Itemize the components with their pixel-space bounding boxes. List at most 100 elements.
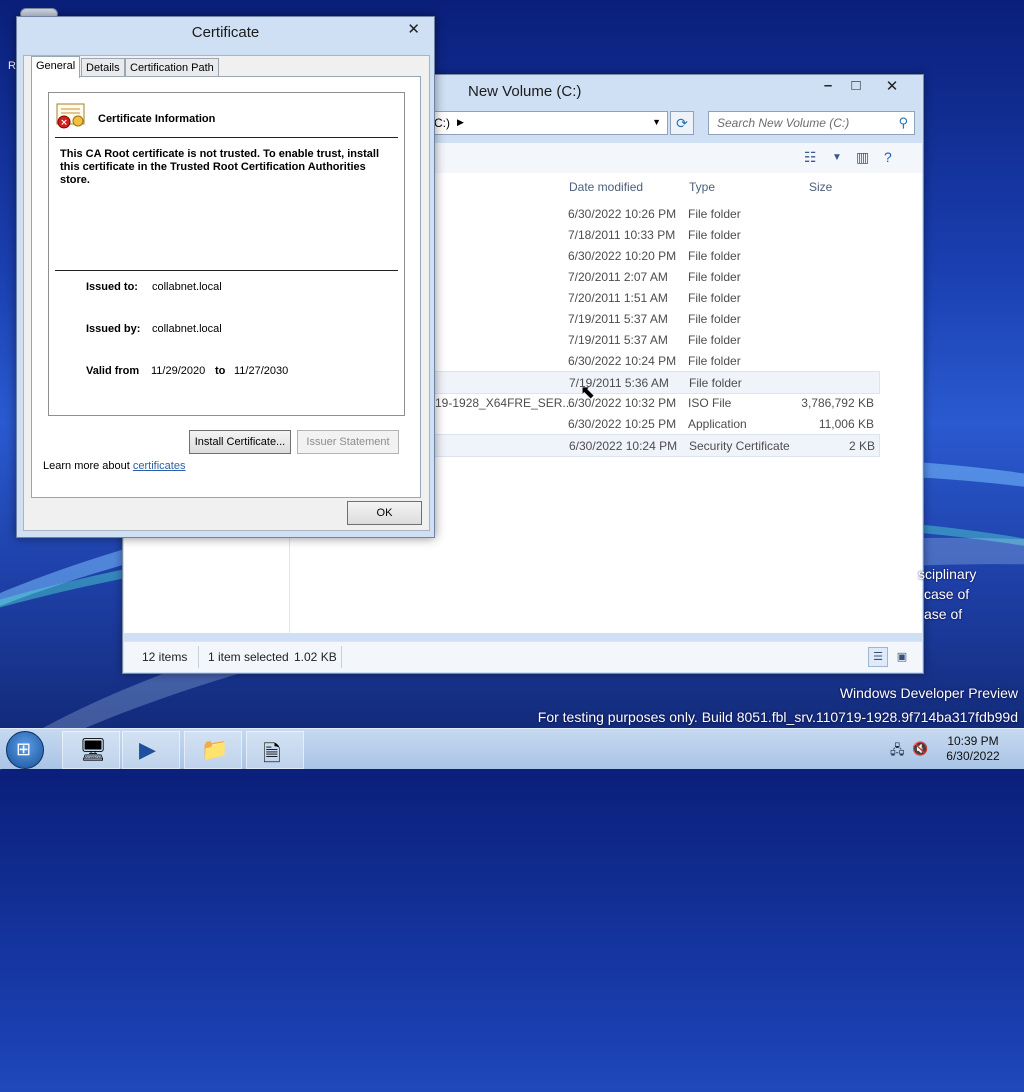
tab-certification-path[interactable]: Certification Path [125, 58, 219, 77]
maximize-button[interactable]: □ [843, 77, 869, 94]
breadcrumb-arrow-icon[interactable]: ▶ [457, 117, 464, 128]
certificates-link[interactable]: certificates [133, 460, 186, 472]
selection-count: 1 item selected [208, 650, 289, 664]
table-row[interactable]: 7/18/2011 10:33 PM File folder [433, 224, 878, 245]
table-row[interactable]: 6/30/2022 10:25 PM Application 11,006 KB [433, 413, 878, 434]
certificate-untrusted-icon: × [56, 103, 85, 129]
chevron-down-icon[interactable]: ▼ [832, 152, 842, 163]
powershell-icon: ▶ [139, 737, 156, 762]
clock-date: 6/30/2022 [946, 749, 1000, 763]
document-icon: 🗎 [263, 741, 281, 766]
start-button[interactable]: ⊞ [6, 731, 44, 769]
date-modified: 6/30/2022 10:20 PM [568, 249, 677, 263]
folder-icon: 📁 [201, 737, 229, 762]
column-header-type[interactable]: Type [689, 180, 715, 194]
date-modified: 7/19/2011 5:37 AM [568, 312, 668, 326]
network-icon[interactable]: 🖧 [890, 741, 905, 763]
background-text-fragment: ase of [924, 606, 963, 622]
file-size: 11,006 KB [818, 417, 874, 431]
search-input[interactable]: Search New Volume (C:) ⚲ [708, 111, 915, 135]
issued-to-value: collabnet.local [152, 281, 222, 293]
table-row[interactable]: 19-1928_X64FRE_SER... 6/30/2022 10:32 PM I… [433, 392, 878, 413]
clock-time: 10:39 PM [947, 734, 999, 748]
date-modified: 6/30/2022 10:26 PM [568, 207, 677, 221]
ok-button[interactable]: OK [347, 501, 422, 525]
dialog-title: Certificate [191, 24, 260, 41]
certificate-dialog: Certificate ✕ General Details Certificat… [16, 16, 435, 538]
file-type: File folder [688, 312, 741, 326]
learn-more-prefix: Learn more about [43, 460, 133, 472]
date-modified: 7/19/2011 5:37 AM [568, 333, 668, 347]
background-text-fragment: case of [924, 586, 970, 602]
chevron-down-icon[interactable]: ▼ [652, 117, 661, 127]
date-modified: 7/20/2011 1:51 AM [568, 291, 668, 305]
date-modified: 6/30/2022 10:25 PM [568, 417, 677, 431]
search-icon[interactable]: ⚲ [898, 115, 908, 131]
close-button[interactable]: ✕ [407, 20, 420, 38]
address-bar[interactable]: C:) ▶ ▼ [423, 111, 668, 135]
column-header-date[interactable]: Date modified [569, 180, 643, 194]
minimize-button[interactable]: – [815, 77, 841, 94]
mouse-cursor: ⬉ [580, 382, 596, 402]
trust-warning: This CA Root certificate is not trusted.… [60, 148, 380, 186]
refresh-button[interactable]: ⟳ [670, 111, 694, 135]
table-row[interactable]: 7/20/2011 2:07 AM File folder [433, 266, 878, 287]
clock[interactable]: 10:39 PM 6/30/2022 [936, 734, 1010, 764]
issuer-statement-button[interactable]: Issuer Statement [297, 430, 399, 454]
details-view-button[interactable]: ☰ [868, 647, 888, 667]
issued-by-value: collabnet.local [152, 323, 222, 335]
file-type: File folder [688, 333, 741, 347]
background-text-fragment: sciplinary [918, 566, 977, 582]
tab-general[interactable]: General [31, 56, 81, 78]
divider [55, 137, 398, 138]
table-row[interactable]: 7/19/2011 5:37 AM File folder [433, 329, 878, 350]
preview-pane-icon[interactable]: ▥ [856, 149, 869, 166]
os-watermark-title: Windows Developer Preview [839, 685, 1018, 701]
large-icons-view-button[interactable]: ▣ [892, 647, 912, 667]
taskbar-file-explorer[interactable]: 📁 [184, 731, 242, 769]
file-size: 2 KB [848, 439, 875, 453]
taskbar-server-manager[interactable]: 🖥 [62, 731, 120, 769]
file-type: ISO File [688, 396, 732, 410]
install-certificate-button[interactable]: Install Certificate... [189, 430, 291, 454]
file-type: Application [688, 417, 747, 431]
close-button[interactable]: ✕ [879, 77, 905, 95]
help-icon[interactable]: ? [884, 149, 892, 165]
volume-muted-icon[interactable]: 🔇 [912, 741, 928, 757]
server-manager-icon: 🖥 [79, 737, 107, 762]
view-options-icon[interactable]: ☷ [804, 149, 817, 166]
file-name: 19-1928_X64FRE_SER... [435, 396, 573, 410]
table-row[interactable]: 6/30/2022 10:24 PM Security Certificate 2 … [433, 434, 880, 457]
status-bar: 12 items 1 item selected 1.02 KB ☰ ▣ [124, 641, 922, 672]
address-text: C:) [434, 116, 450, 130]
tab-details[interactable]: Details [81, 58, 125, 77]
valid-to-label: to [215, 365, 226, 377]
explorer-title: New Volume (C:) [468, 83, 582, 100]
info-heading: Certificate Information [98, 113, 216, 125]
file-type: File folder [688, 291, 741, 305]
os-watermark-build: For testing purposes only. Build 8051.fb… [537, 709, 1018, 725]
file-type: File folder [688, 207, 741, 221]
taskbar-powershell[interactable]: ▶ [122, 731, 180, 769]
divider [55, 270, 398, 271]
table-row[interactable]: 6/30/2022 10:26 PM File folder [433, 203, 878, 224]
file-type: File folder [689, 376, 742, 390]
table-row[interactable]: 7/20/2011 1:51 AM File folder [433, 287, 878, 308]
file-type: Security Certificate [689, 439, 790, 453]
table-row[interactable]: 7/19/2011 5:36 AM File folder [433, 371, 880, 394]
table-row[interactable]: 7/19/2011 5:37 AM File folder [433, 308, 878, 329]
taskbar-certificate[interactable]: 🗎 [246, 731, 304, 769]
date-modified: 6/30/2022 10:24 PM [568, 354, 677, 368]
svg-text:×: × [60, 118, 68, 128]
valid-to-value: 11/27/2030 [234, 365, 289, 377]
column-header-size[interactable]: Size [809, 180, 832, 194]
search-placeholder: Search New Volume (C:) [717, 116, 850, 130]
selection-size: 1.02 KB [294, 650, 337, 664]
issued-to-label: Issued to: [86, 281, 138, 293]
file-type: File folder [688, 270, 741, 284]
table-row[interactable]: 6/30/2022 10:24 PM File folder [433, 350, 878, 371]
table-row[interactable]: 6/30/2022 10:20 PM File folder [433, 245, 878, 266]
file-size: 3,786,792 KB [801, 396, 874, 410]
valid-from-label: Valid from [86, 365, 140, 377]
windows-logo-icon: ⊞ [16, 739, 32, 759]
